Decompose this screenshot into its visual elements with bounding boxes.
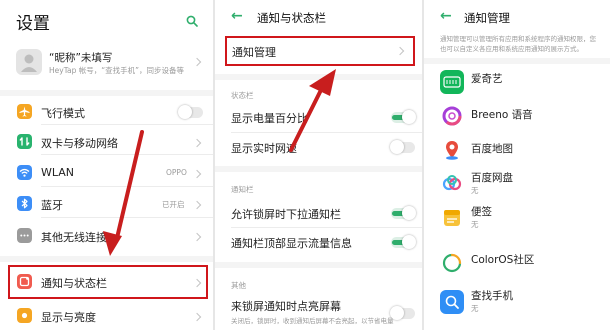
app-row-coloros-community[interactable]: ColorOS社区 [424, 246, 610, 280]
app-name: 便签 [471, 206, 492, 218]
app-sub: 无 [471, 220, 479, 229]
baidu-pan-icon [440, 172, 464, 196]
app-row-baidu-map[interactable]: 百度地图 [424, 133, 610, 167]
page-description: 通知管理可以管理所有应用和系统程序的通知权限，您也可以自定义各应用和系统应用通知… [440, 35, 596, 53]
app-row-notes[interactable]: 便签 无 [424, 201, 610, 235]
app-name: 查找手机 [471, 290, 513, 302]
red-arrow-annotation [289, 69, 336, 152]
find-phone-icon [440, 290, 464, 314]
app-row-breeno[interactable]: Breeno 语音 [424, 99, 610, 133]
settings-panel: 设置 “昵称”未填写 HeyTap 帐号，“查找手机”，同步设备等 飞行模式 双… [0, 0, 213, 330]
page-title: 通知管理 [464, 11, 510, 25]
status-bar-panel: ← 通知与状态栏 通知管理 状态栏 显示电量百分比 显示实时网速 通知栏 允许锁… [215, 0, 422, 330]
app-row-find-phone[interactable]: 查找手机 无 [424, 285, 610, 319]
app-sub: 无 [471, 186, 479, 195]
red-arrow-annotation [103, 130, 144, 256]
baidu-map-icon [440, 138, 464, 162]
app-row-iqiyi[interactable]: 爱奇艺 [424, 65, 610, 99]
iqiyi-icon [440, 70, 464, 94]
app-name: ColorOS社区 [471, 254, 535, 266]
coloros-community-icon [440, 251, 464, 275]
app-name: Breeno 语音 [471, 109, 533, 121]
notification-management-panel: ← 通知管理 通知管理可以管理所有应用和系统程序的通知权限，您也可以自定义各应用… [424, 0, 610, 330]
breeno-icon [440, 104, 464, 128]
app-sub: 无 [471, 304, 479, 313]
app-row-baidu-pan[interactable]: 百度网盘 无 [424, 167, 610, 201]
app-name: 百度网盘 [471, 172, 513, 184]
app-name: 百度地图 [471, 143, 513, 155]
section-gap [424, 58, 610, 64]
back-arrow-icon[interactable]: ← [440, 8, 452, 24]
app-name: 爱奇艺 [471, 73, 503, 85]
notes-icon [440, 206, 464, 230]
